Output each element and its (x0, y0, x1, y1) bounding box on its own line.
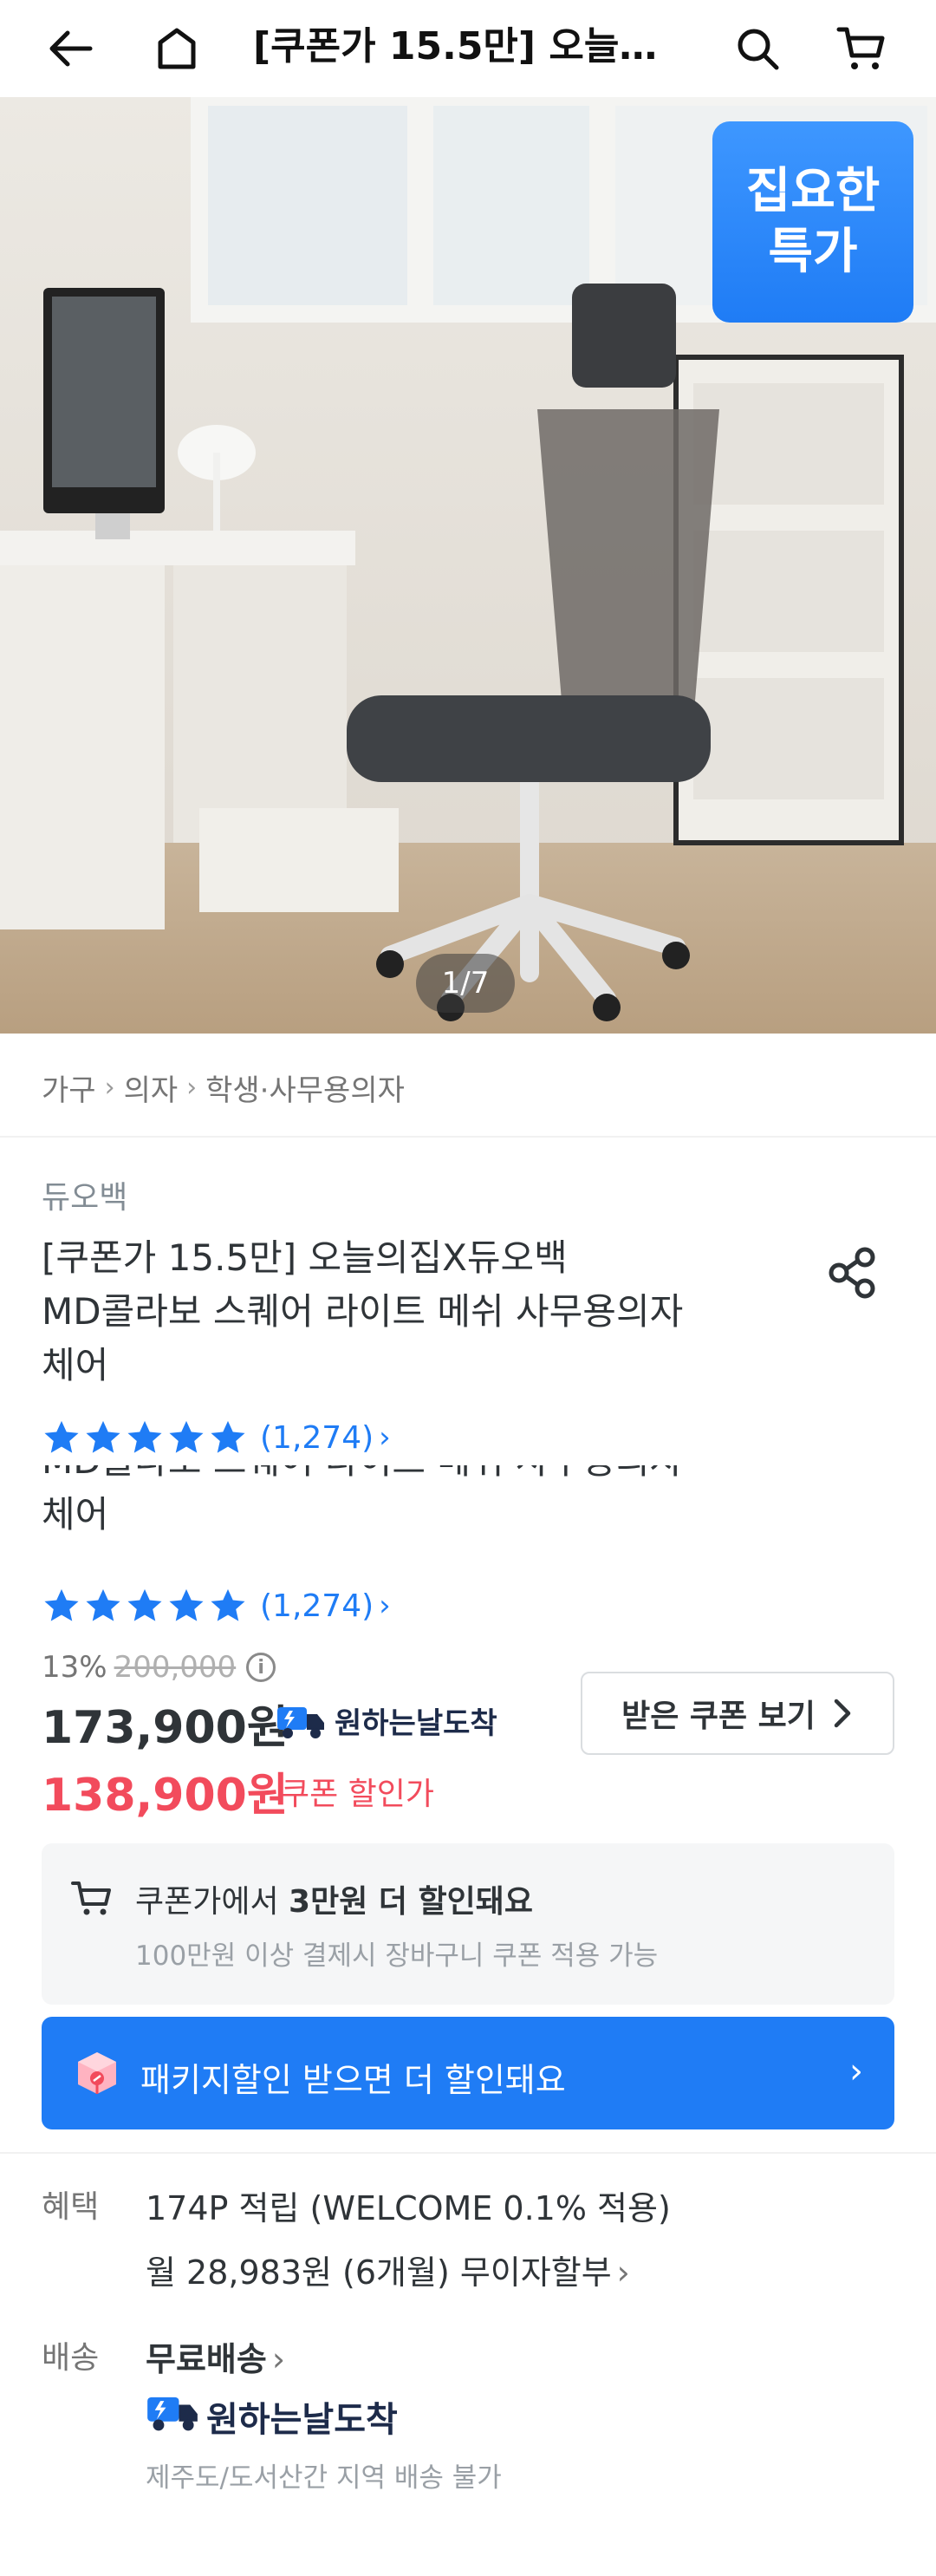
package-banner-text: 패키지할인 받으면 더 할인돼요 (140, 2061, 566, 2099)
coupon-info-box: 쿠폰가에서 3만원 더 할인돼요 100만원 이상 결제시 장바구니 쿠폰 적용… (42, 1843, 894, 2005)
discount-row: 13% 200,000 i (42, 1646, 276, 1689)
delivery-truck-icon (146, 2391, 199, 2442)
cart-icon[interactable] (829, 16, 894, 82)
view-coupons-button[interactable]: 받은 쿠폰 보기 (581, 1672, 894, 1755)
delivery-truck-icon (276, 1702, 326, 1740)
product-title: [쿠폰가 15.5만] 오늘의집X듀오백 MD콜라보 스퀘어 라이트 메쉬 사무… (42, 1231, 787, 1392)
badge-line-2: 특가 (768, 224, 858, 280)
star-icon (211, 1588, 245, 1621)
scheduled-delivery-tag: 원하는날도착 (276, 1699, 497, 1742)
free-shipping-link[interactable]: 무료배송 › (146, 2332, 285, 2380)
coupon-info-sub: 100만원 이상 결제시 장바구니 쿠폰 적용 가능 (135, 1940, 659, 1972)
duplicate-title-line-2: 체어 (42, 1493, 109, 1536)
coupon-price: 138,900원 (42, 1770, 289, 1822)
product-title-line-1: [쿠폰가 15.5만] 오늘의집X듀오백 (42, 1236, 568, 1279)
shipping-note: 제주도/도서산간 지역 배송 불가 (146, 2462, 502, 2494)
info-icon[interactable]: i (246, 1653, 276, 1682)
top-navigation-bar: [쿠폰가 15.5만] 오늘… (0, 0, 936, 97)
chevron-right-icon: › (616, 2253, 630, 2292)
coupon-info-prefix: 쿠폰가에서 (135, 1884, 289, 1920)
page-title: [쿠폰가 15.5만] 오늘… (253, 24, 658, 68)
installment-text: 월 28,983원 (6개월) 무이자할부 (146, 2253, 612, 2292)
chevron-right-icon: › (849, 2051, 863, 2091)
sale-price: 173,900원 (42, 1702, 289, 1754)
star-icon (44, 1420, 79, 1453)
duplicate-title-line-1: MD콜라보 스퀘어 라이트 메쉬 사무용의자 (42, 1465, 787, 1488)
star-icon (44, 1588, 79, 1621)
star-icon (127, 1588, 162, 1621)
shipping-label: 배송 (42, 2340, 100, 2376)
breadcrumb: 가구 › 의자 › 학생·사무용의자 (42, 1063, 405, 1112)
package-gift-icon (73, 2049, 121, 2097)
breadcrumb-item-office-chair[interactable]: 학생·사무용의자 (205, 1066, 405, 1109)
review-count: (1,274) (260, 1419, 374, 1456)
installment-info[interactable]: 월 28,983원 (6개월) 무이자할부 › (146, 2246, 630, 2293)
product-title-line-2: MD콜라보 스퀘어 라이트 메쉬 사무용의자 (42, 1290, 684, 1333)
product-title-line-3: 체어 (42, 1344, 109, 1386)
product-title-duplicate: MD콜라보 스퀘어 라이트 메쉬 사무용의자 체어 (42, 1465, 787, 1561)
star-icon (211, 1420, 245, 1453)
shipping-delivery-tag: 원하는날도착 (146, 2391, 398, 2442)
points-info: 174P 적립 (WELCOME 0.1% 적용) (146, 2189, 671, 2227)
chevron-right-icon: › (186, 1072, 198, 1103)
star-icon (169, 1420, 204, 1453)
coupon-info-headline: 쿠폰가에서 3만원 더 할인돼요 (135, 1876, 533, 1921)
star-icon (86, 1588, 120, 1621)
image-counter: 1/7 (416, 954, 515, 1013)
rating-stars (42, 1418, 248, 1458)
star-icon (127, 1420, 162, 1453)
product-image-carousel[interactable]: 집요한 특가 1/7 (0, 97, 936, 1034)
benefits-label: 혜택 (42, 2189, 100, 2225)
cart-icon (71, 1880, 114, 1918)
shipping-delivery-tag-label: 원하는날도착 (206, 2400, 398, 2440)
star-icon (86, 1420, 120, 1453)
brand-name[interactable]: 듀오백 (42, 1172, 127, 1217)
breadcrumb-item-chair[interactable]: 의자 (124, 1066, 179, 1109)
discount-percent: 13% (42, 1650, 107, 1685)
badge-line-1: 집요한 (745, 163, 881, 219)
home-icon[interactable] (144, 16, 210, 82)
section-divider (0, 1136, 936, 1138)
delivery-tag-label: 원하는날도착 (335, 1706, 497, 1741)
free-shipping-text: 무료배송 (146, 2340, 267, 2378)
chevron-right-icon: › (379, 1420, 391, 1455)
star-icon (169, 1588, 204, 1621)
original-price: 200,000 (114, 1650, 237, 1685)
back-arrow-icon[interactable] (38, 16, 104, 82)
rating-summary-duplicate[interactable]: (1,274) › (42, 1583, 391, 1628)
chevron-right-icon: › (379, 1588, 391, 1623)
rating-stars (42, 1586, 248, 1626)
review-count: (1,274) (260, 1588, 374, 1624)
rating-summary[interactable]: (1,274) › (42, 1415, 391, 1460)
section-divider (0, 2152, 936, 2154)
chevron-right-icon: › (104, 1072, 115, 1103)
chevron-right-icon (834, 1699, 851, 1728)
coupon-info-highlight: 3만원 더 할인돼요 (289, 1884, 534, 1920)
breadcrumb-item-furniture[interactable]: 가구 (42, 1066, 96, 1109)
chevron-right-icon: › (271, 2340, 286, 2378)
coupon-price-label: 쿠폰 할인가 (281, 1777, 435, 1812)
coupon-button-label: 받은 쿠폰 보기 (621, 1699, 816, 1734)
share-icon[interactable] (822, 1242, 884, 1304)
search-icon[interactable] (725, 16, 790, 82)
package-discount-banner[interactable]: 패키지할인 받으면 더 할인돼요 › (42, 2017, 894, 2129)
special-deal-badge: 집요한 특가 (712, 121, 913, 323)
